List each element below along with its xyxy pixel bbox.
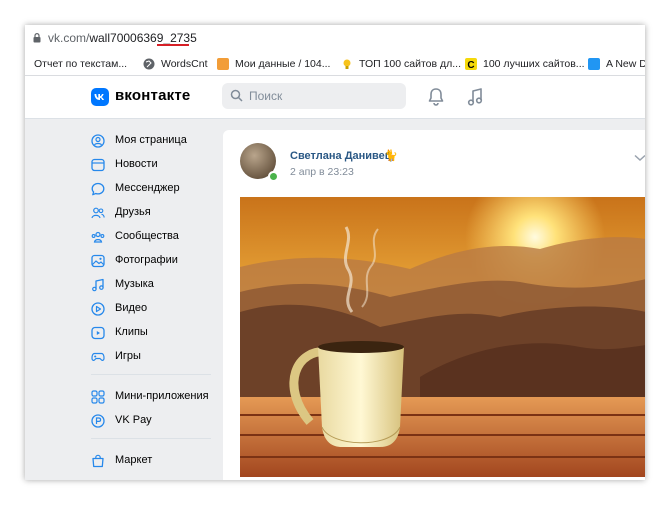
sidebar-item-communities[interactable]: Сообщества [85, 227, 215, 247]
vkpay-icon [91, 414, 105, 428]
sidebar-item-label: Клипы [115, 326, 148, 338]
user-circle-icon [91, 134, 105, 148]
sidebar-item-label: Новости [115, 158, 158, 170]
message-icon [91, 182, 105, 196]
sidebar-item-photos[interactable]: Фотографии [85, 251, 215, 271]
url-highlight-underline [157, 44, 189, 46]
bookmark-item[interactable]: Мои данные / 104... [217, 56, 330, 72]
sidebar-item-label: Сообщества [115, 230, 179, 242]
sidebar-item-music[interactable]: Музыка [85, 275, 215, 295]
sidebar-divider [91, 374, 211, 375]
search-placeholder: Поиск [249, 89, 283, 103]
search-input[interactable]: Поиск [222, 83, 406, 109]
lightbulb-icon [343, 59, 351, 69]
sidebar-divider [91, 438, 211, 439]
chevron-down-icon[interactable] [634, 154, 645, 162]
bookmark-item[interactable]: C 100 лучших сайтов... [465, 56, 585, 72]
sidebar-item-friends[interactable]: Друзья [85, 203, 215, 223]
bookmark-label: WordsCnt [161, 58, 208, 70]
search-icon [230, 89, 243, 102]
sidebar-item-label: Моя страница [115, 134, 187, 146]
post-card: Светлана Данивец 🐈 2 апр в 23:23 [223, 130, 645, 480]
brand-name[interactable]: вконтакте [115, 87, 190, 104]
cat-emoji-icon: 🐈 [384, 150, 398, 162]
sidebar-item-my-page[interactable]: Моя страница [85, 131, 215, 151]
sidebar-item-news[interactable]: Новости [85, 155, 215, 175]
sidebar-item-label: Видео [115, 302, 148, 314]
sidebar-item-label: VK Pay [115, 414, 152, 426]
bookmark-item[interactable]: Отчет по текстам... [25, 56, 127, 72]
sidebar-item-vk-pay[interactable]: VK Pay [85, 411, 215, 431]
sidebar-item-label: Мессенджер [115, 182, 180, 194]
friends-icon [91, 207, 105, 219]
sidebar-item-label: Музыка [115, 278, 154, 290]
sidebar-item-video[interactable]: Видео [85, 299, 215, 319]
apps-icon [91, 390, 105, 404]
globe-icon [143, 58, 155, 70]
bookmarks-bar: Отчет по текстам... WordsCnt Мои данные … [25, 52, 645, 76]
url-path: wall70006369_2735 [89, 31, 197, 45]
bookmark-label: Мои данные / 104... [235, 58, 331, 70]
bookmark-label: Отчет по текстам... [34, 58, 128, 70]
video-icon [91, 302, 105, 316]
url-host: vk.com/ [48, 31, 90, 45]
gamepad-icon [91, 352, 105, 361]
online-indicator [268, 171, 279, 182]
lock-icon [33, 33, 41, 43]
sidebar-item-label: Маркет [115, 454, 153, 466]
bookmark-label: ТОП 100 сайтов дл... [359, 58, 461, 70]
communities-icon [91, 231, 105, 243]
bookmark-item[interactable]: WordsCnt [143, 56, 208, 72]
c-letter-icon: C [465, 58, 477, 70]
sidebar-item-label: Мини-приложения [115, 390, 209, 402]
vk-logo-icon[interactable] [91, 88, 109, 106]
bookmark-item[interactable]: ТОП 100 сайтов дл... [341, 56, 461, 72]
bell-icon[interactable] [427, 87, 445, 107]
clips-icon [91, 326, 105, 340]
sidebar-item-label: Друзья [115, 206, 151, 218]
music-icon [92, 278, 104, 292]
vk-header: вконтакте Поиск [25, 76, 645, 119]
sidebar-item-messenger[interactable]: Мессенджер [85, 179, 215, 199]
post-photo[interactable] [240, 197, 645, 477]
browser-window: vk.com/wall70006369_2735 Отчет по текста… [25, 25, 645, 480]
blue-tile-icon [588, 58, 600, 70]
sidebar-item-mini-apps[interactable]: Мини-приложения [85, 387, 215, 407]
bookmark-item[interactable]: A New Da [588, 56, 645, 72]
news-icon [91, 158, 105, 172]
market-bag-icon [92, 454, 104, 468]
sidebar-item-games[interactable]: Игры [85, 347, 215, 367]
sidebar-item-clips[interactable]: Клипы [85, 323, 215, 343]
orange-square-icon [217, 58, 229, 70]
address-bar[interactable]: vk.com/wall70006369_2735 [25, 25, 645, 52]
sidebar-item-label: Игры [115, 350, 141, 362]
photo-icon [91, 254, 105, 268]
bookmark-label: 100 лучших сайтов... [483, 58, 585, 70]
url-text: vk.com/wall70006369_2735 [48, 31, 197, 45]
post-author-name[interactable]: Светлана Данивец [290, 150, 392, 162]
bookmark-label: A New Da [606, 58, 645, 70]
svg-text:C: C [467, 60, 474, 70]
sidebar-item-label: Фотографии [115, 254, 178, 266]
music-note-icon[interactable] [466, 87, 484, 107]
sidebar-item-market[interactable]: Маркет [85, 451, 215, 471]
post-timestamp[interactable]: 2 апр в 23:23 [290, 166, 354, 178]
